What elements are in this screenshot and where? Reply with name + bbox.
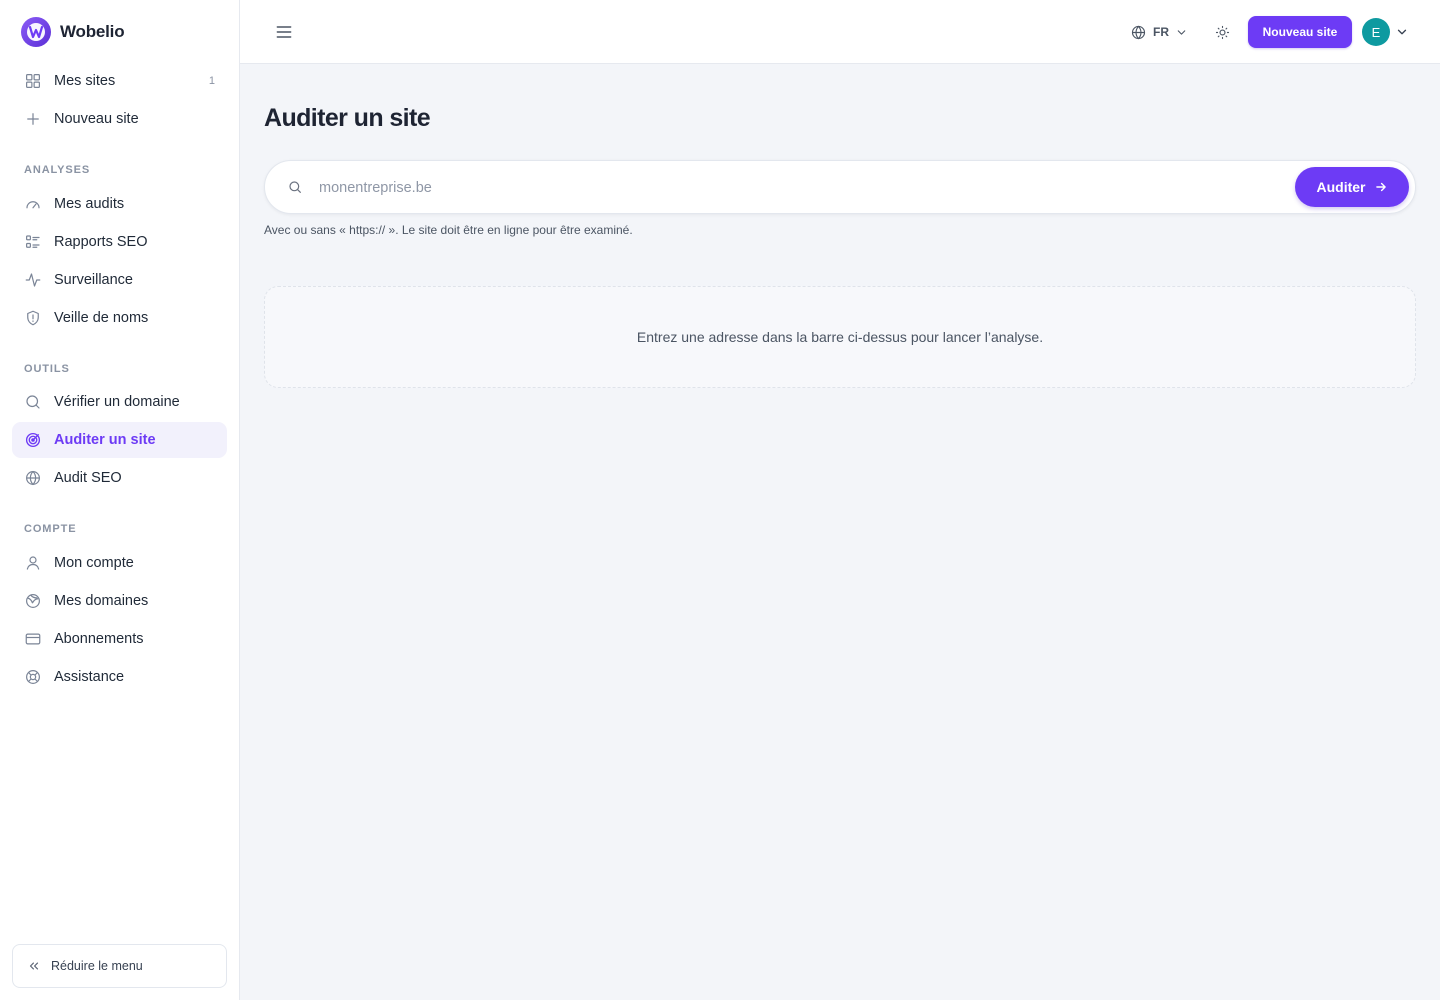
audit-button[interactable]: Auditer [1295, 167, 1409, 207]
target-icon [24, 431, 42, 449]
section-title-analyses: ANALYSES [24, 164, 91, 176]
sidebar-item-surveillance[interactable]: Surveillance [12, 262, 227, 298]
sidebar-item-nouveau-site[interactable]: Nouveau site [12, 101, 227, 137]
page-title: Auditer un site [264, 104, 431, 132]
gauge-icon [24, 195, 42, 213]
plus-icon [24, 110, 42, 128]
empty-state-message: Entrez une adresse dans la barre ci-dess… [636, 329, 1044, 345]
language-selector[interactable]: FR [1130, 20, 1188, 44]
sidebar-item-label: Vérifier un domaine [54, 394, 180, 410]
search-icon [24, 393, 42, 411]
sidebar-item-abonnements[interactable]: Abonnements [12, 621, 227, 657]
sidebar-item-label: Auditer un site [54, 432, 156, 448]
sites-count-badge: 1 [208, 75, 215, 87]
shield-alert-icon [24, 309, 42, 327]
globe-icon [1131, 25, 1146, 39]
language-code: FR [1153, 25, 1169, 39]
activity-icon [24, 271, 42, 289]
sidebar-item-assistance[interactable]: Assistance [12, 659, 227, 695]
sidebar-item-label: Mes sites [54, 73, 116, 89]
hamburger-icon [276, 26, 292, 38]
menu-toggle-button[interactable] [272, 20, 296, 44]
topbar: FR Nouveau site E [240, 0, 1440, 64]
chevrons-left-icon [27, 959, 41, 973]
list-check-icon [24, 233, 42, 251]
sidebar-item-audit-seo[interactable]: Audit SEO [12, 460, 227, 496]
audit-search-bar: Auditer [264, 160, 1416, 214]
sidebar-item-label: Mon compte [54, 555, 134, 571]
sidebar-item-mes-domaines[interactable]: Mes domaines [12, 583, 227, 619]
sidebar-item-label: Mes audits [54, 196, 125, 212]
user-icon [24, 554, 42, 572]
chevron-down-icon [1397, 29, 1407, 35]
brand-name: Wobelio [60, 22, 125, 41]
input-hint: Avec ou sans « https:// ». Le site doit … [264, 223, 633, 237]
sidebar-item-mon-compte[interactable]: Mon compte [12, 545, 227, 581]
sidebar-item-label: Veille de noms [54, 310, 149, 326]
sidebar-item-auditer-un-site[interactable]: Auditer un site [12, 422, 227, 458]
sidebar-item-veille-de-noms[interactable]: Veille de noms [12, 300, 227, 336]
section-title-compte: COMPTE [24, 523, 77, 535]
sidebar-item-mes-sites[interactable]: Mes sites 1 [12, 63, 227, 99]
empty-state: Entrez une adresse dans la barre ci-dess… [264, 286, 1416, 388]
brand[interactable]: Wobelio [20, 16, 125, 48]
sun-icon [1215, 25, 1229, 39]
chevron-down-icon [1177, 29, 1186, 35]
url-input[interactable] [319, 175, 1279, 201]
search-icon [289, 181, 301, 193]
account-menu-toggle[interactable] [1394, 24, 1410, 40]
globe-icon [24, 469, 42, 487]
globe-grid-icon [24, 592, 42, 610]
collapse-menu-label: Réduire le menu [51, 959, 143, 973]
sidebar-item-label: Abonnements [54, 631, 144, 647]
sidebar-item-verifier-un-domaine[interactable]: Vérifier un domaine [12, 384, 227, 420]
sidebar-item-label: Audit SEO [54, 470, 122, 486]
sidebar-item-rapports-seo[interactable]: Rapports SEO [12, 224, 227, 260]
grid-icon [24, 72, 42, 90]
sidebar-item-label: Surveillance [54, 272, 133, 288]
arrow-right-icon [1374, 180, 1388, 194]
sidebar-item-label: Nouveau site [54, 111, 139, 127]
sidebar-item-label: Assistance [54, 669, 125, 685]
collapse-menu-button[interactable]: Réduire le menu [12, 944, 227, 988]
sidebar-item-label: Mes domaines [54, 593, 149, 609]
lifebuoy-icon [24, 668, 42, 686]
avatar[interactable]: E [1362, 18, 1390, 46]
sidebar-item-label: Rapports SEO [54, 234, 148, 250]
sidebar-item-mes-audits[interactable]: Mes audits [12, 186, 227, 222]
wobelio-logo-icon [21, 17, 51, 47]
theme-toggle-button[interactable] [1210, 20, 1234, 44]
audit-button-label: Auditer [1316, 179, 1366, 195]
sidebar: Wobelio Mes sites 1 Nouveau site ANALYSE… [0, 0, 240, 1000]
new-site-button[interactable]: Nouveau site [1248, 16, 1352, 48]
section-title-outils: OUTILS [24, 363, 70, 375]
credit-card-icon [24, 630, 42, 648]
